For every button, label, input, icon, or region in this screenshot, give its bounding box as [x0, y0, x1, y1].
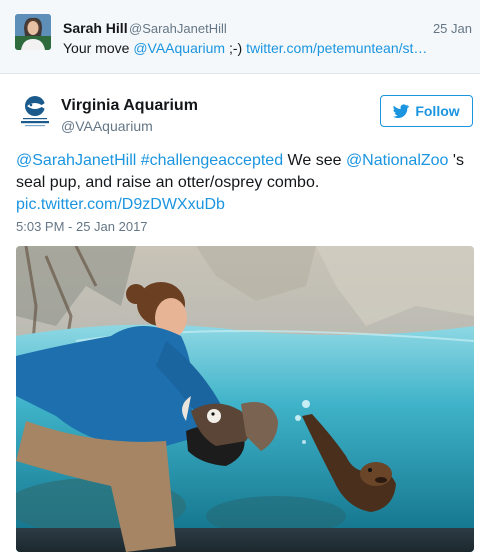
pic-link[interactable]: pic.twitter.com/D9zDWXxuDb — [16, 196, 225, 213]
reply-text-prefix: Your move — [63, 40, 134, 56]
reply-text-middle: ;-) — [225, 40, 247, 56]
tweet-timestamp[interactable]: 5:03 PM - 25 Jan 2017 — [16, 219, 148, 234]
reply-avatar[interactable] — [15, 14, 51, 50]
follow-label: Follow — [415, 103, 460, 119]
reply-author-handle[interactable]: @SarahJanetHill — [129, 21, 227, 36]
reply-author-name[interactable]: Sarah Hill — [63, 20, 128, 36]
tweet-text-part-1: We see — [283, 152, 346, 169]
reply-tweet[interactable]: Sarah Hill @SarahJanetHill 25 Jan Your m… — [0, 0, 480, 74]
mention-link-nationalzoo[interactable]: @NationalZoo — [346, 152, 449, 169]
virginia-aquarium-logo[interactable] — [16, 93, 54, 131]
tweet-photo[interactable] — [16, 246, 474, 552]
reply-url-link[interactable]: twitter.com/petemuntean/st… — [246, 40, 427, 56]
tweet-text: @SarahJanetHill #challengeaccepted We se… — [16, 150, 466, 216]
reply-text: Your move @VAAquarium ;-) twitter.com/pe… — [63, 40, 473, 56]
mention-link-sarahjanethill[interactable]: @SarahJanetHill — [16, 152, 136, 169]
reply-mention-link[interactable]: @VAAquarium — [133, 40, 225, 56]
author-handle[interactable]: @VAAquarium — [61, 118, 153, 134]
reply-date[interactable]: 25 Jan — [433, 21, 472, 36]
follow-button[interactable]: Follow — [380, 95, 473, 127]
hashtag-link[interactable]: #challengeaccepted — [141, 152, 283, 169]
twitter-bird-icon — [393, 104, 410, 118]
author-name[interactable]: Virginia Aquarium — [61, 97, 198, 115]
